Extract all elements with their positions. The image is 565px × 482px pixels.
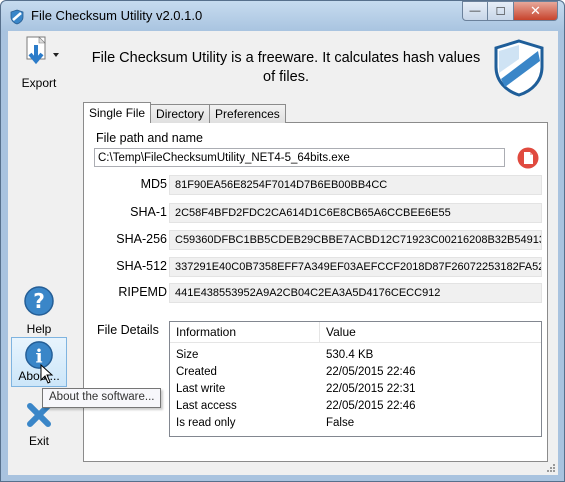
hash-row-sha1: SHA-1 2C58F4BFD2FDC2CA614D1C6E8CB65A6CCB…	[84, 203, 549, 223]
close-button[interactable]: ✕	[514, 1, 558, 21]
table-row[interactable]: Last access 22/05/2015 22:46	[170, 398, 541, 415]
svg-text:?: ?	[33, 289, 45, 313]
info-cell: Is read only	[176, 417, 236, 429]
about-label: About...	[18, 369, 60, 383]
table-row[interactable]: Created 22/05/2015 22:46	[170, 364, 541, 381]
value-cell: 22/05/2015 22:46	[326, 366, 416, 378]
app-icon	[10, 9, 24, 25]
maximize-button[interactable]: ☐	[488, 1, 514, 21]
value-cell: 530.4 KB	[326, 349, 374, 361]
file-details-label: File Details	[97, 323, 159, 337]
tab-strip: Single File Directory Preferences	[83, 102, 286, 123]
clear-file-icon[interactable]	[517, 147, 539, 169]
app-window: File Checksum Utility v2.0.1.0 — ☐ ✕ Exp…	[0, 0, 565, 482]
table-header: Information Value	[170, 322, 541, 343]
app-description: File Checksum Utility is a freeware. It …	[91, 50, 481, 85]
file-path-label: File path and name	[96, 131, 204, 145]
value-cell: False	[326, 417, 355, 429]
tab-single-file[interactable]: Single File	[83, 102, 152, 123]
help-icon: ?	[24, 286, 54, 316]
table-row[interactable]: Last write 22/05/2015 22:31	[170, 381, 541, 398]
sha512-label: SHA-512	[116, 259, 167, 273]
single-file-panel: File path and name MD5 81F90EA56E8254F70…	[83, 122, 548, 462]
sha1-value[interactable]: 2C58F4BFD2FDC2CA614D1C6E8CB65A6CCBEE6E55	[169, 203, 542, 223]
info-cell: Last write	[176, 383, 226, 395]
help-button[interactable]: ? Help	[8, 285, 70, 336]
value-cell: 22/05/2015 22:46	[326, 400, 416, 412]
tab-directory[interactable]: Directory	[150, 104, 211, 123]
sha1-label: SHA-1	[130, 205, 167, 219]
md5-value[interactable]: 81F90EA56E8254F7014D7B6EB00BB4CC	[169, 175, 542, 195]
hash-row-ripemd: RIPEMD 441E438553952A9A2CB04C2EA3A5D4176…	[84, 283, 549, 303]
tab-preferences[interactable]: Preferences	[209, 104, 286, 123]
exit-button[interactable]: Exit	[8, 401, 70, 448]
table-row[interactable]: Is read only False	[170, 415, 541, 432]
md5-label: MD5	[140, 177, 167, 191]
hash-row-sha512: SHA-512 337291E40C0B7358EFF7A349EF03AEFC…	[84, 257, 549, 277]
sha512-value[interactable]: 337291E40C0B7358EFF7A349EF03AEFCCF2018D8…	[169, 257, 542, 277]
sha256-value[interactable]: C59360DFBC1BB5CDEB29CBBE7ACBD12C71923C00…	[169, 230, 542, 250]
about-tooltip: About the software...	[42, 388, 162, 408]
minimize-button[interactable]: —	[462, 1, 488, 21]
info-cell: Last access	[176, 400, 237, 412]
main-client-area: Export ? Help i About... About the softw…	[8, 31, 558, 475]
window-controls: — ☐ ✕	[462, 1, 558, 21]
export-icon	[26, 36, 59, 65]
column-header-value[interactable]: Value	[320, 322, 362, 342]
sha256-label: SHA-256	[116, 232, 167, 246]
file-path-input[interactable]	[94, 148, 505, 167]
resize-grip-icon[interactable]	[544, 461, 556, 473]
table-row[interactable]: Size 530.4 KB	[170, 347, 541, 364]
about-button[interactable]: i About...	[11, 337, 67, 387]
help-label: Help	[26, 322, 52, 336]
title-bar[interactable]: File Checksum Utility v2.0.1.0 — ☐ ✕	[1, 1, 564, 31]
export-button[interactable]: Export	[8, 35, 70, 90]
info-cell: Size	[176, 349, 199, 361]
ripemd-value[interactable]: 441E438553952A9A2CB04C2EA3A5D4176CECC912	[169, 283, 542, 303]
export-label: Export	[21, 76, 57, 90]
cursor-icon	[40, 364, 54, 384]
hash-row-md5: MD5 81F90EA56E8254F7014D7B6EB00BB4CC	[84, 175, 549, 195]
info-cell: Created	[176, 366, 217, 378]
column-header-information[interactable]: Information	[170, 322, 320, 342]
file-details-table[interactable]: Information Value Size 530.4 KB Created …	[169, 321, 542, 437]
value-cell: 22/05/2015 22:31	[326, 383, 416, 395]
ripemd-label: RIPEMD	[118, 285, 167, 299]
window-title: File Checksum Utility v2.0.1.0	[31, 8, 203, 23]
shield-logo-icon	[494, 39, 544, 97]
exit-label: Exit	[28, 434, 49, 448]
hash-row-sha256: SHA-256 C59360DFBC1BB5CDEB29CBBE7ACBD12C…	[84, 230, 549, 250]
